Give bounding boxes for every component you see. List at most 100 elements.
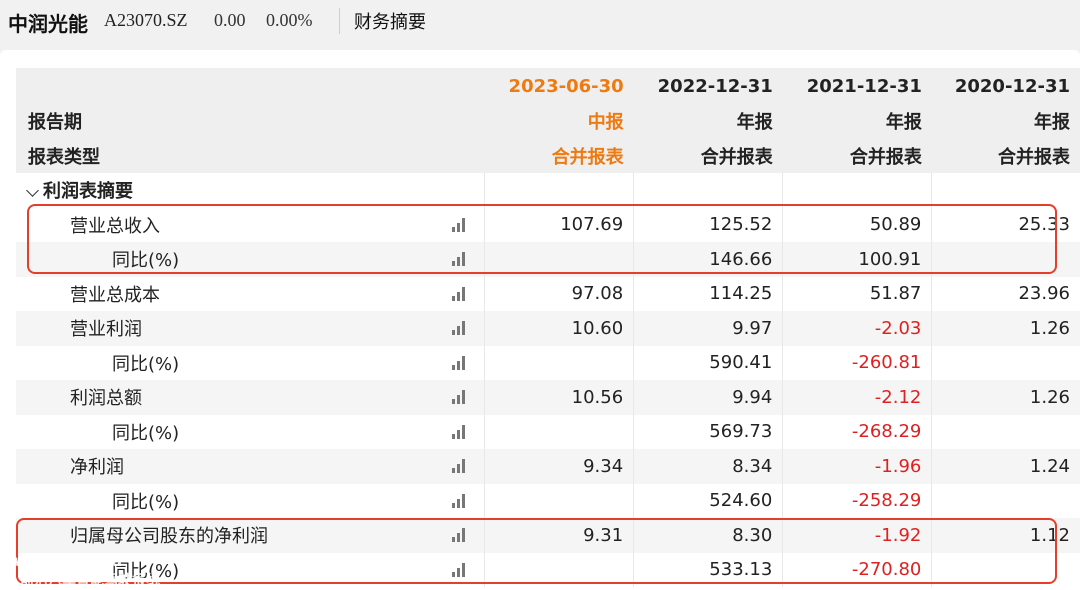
section-row[interactable]: 利润表摘要 xyxy=(16,173,1080,208)
bar-chart-icon[interactable] xyxy=(452,355,470,370)
period-label: 报告期 xyxy=(16,104,485,139)
column-period: 中报 xyxy=(484,104,634,139)
column-date[interactable]: 2022-12-31 xyxy=(633,68,783,104)
value-cell: -2.03 xyxy=(782,311,932,346)
column-type: 合并报表 xyxy=(931,138,1080,173)
value-cell xyxy=(484,345,634,380)
row-label: 同比(%) xyxy=(112,491,180,513)
value-cell xyxy=(931,345,1080,380)
table-row[interactable]: 同比(%) 146.66 100.91 xyxy=(16,242,1080,277)
row-label-cell: 利润总额 xyxy=(16,380,485,415)
column-type: 合并报表 xyxy=(782,138,932,173)
bar-chart-icon[interactable] xyxy=(452,390,470,404)
value-cell: 1.24 xyxy=(931,449,1080,484)
row-label-cell: 营业总成本 xyxy=(16,277,485,312)
row-label: 同比(%) xyxy=(112,250,180,272)
value-cell: 51.87 xyxy=(782,276,932,311)
row-label-cell: 同比(%) xyxy=(16,346,485,381)
value-cell xyxy=(931,242,1080,277)
value-cell: 10.56 xyxy=(484,380,634,415)
bar-chart-icon[interactable] xyxy=(452,528,470,542)
row-label: 利润总额 xyxy=(70,388,142,410)
financial-summary-table: 2023-06-30 2022-12-31 2021-12-31 2020-12… xyxy=(16,68,1080,587)
value-cell: 590.41 xyxy=(633,345,783,380)
value-cell xyxy=(931,552,1080,587)
bar-chart-icon[interactable] xyxy=(452,424,470,439)
table-row[interactable]: 营业利润 10.60 9.97 -2.03 1.26 xyxy=(16,311,1080,346)
bar-chart-icon[interactable] xyxy=(452,562,470,577)
column-date[interactable]: 2023-06-30 xyxy=(484,68,634,104)
table-row[interactable]: 营业总成本 97.08 114.25 51.87 23.96 xyxy=(16,276,1080,312)
value-cell: 25.33 xyxy=(931,207,1080,242)
section-label: 利润表摘要 xyxy=(43,181,133,203)
value-cell: 533.13 xyxy=(633,552,783,587)
table-row[interactable]: 同比(%) 590.41 -260.81 xyxy=(16,345,1080,381)
column-type: 合并报表 xyxy=(633,138,783,173)
value-cell: 569.73 xyxy=(633,414,783,449)
price-change-pct: 0.00% xyxy=(266,10,313,30)
row-label: 净利润 xyxy=(70,457,124,479)
row-label: 营业利润 xyxy=(70,319,142,341)
value-cell: -270.80 xyxy=(782,552,932,587)
value-cell: 23.96 xyxy=(931,276,1080,311)
value-cell xyxy=(931,414,1080,449)
row-label: 归属母公司股东的净利润 xyxy=(70,526,268,548)
header-row-period: 报告期 中报 年报 年报 年报 xyxy=(16,104,1080,139)
chevron-down-icon[interactable] xyxy=(26,183,39,197)
table-row[interactable]: 利润总额 10.56 9.94 -2.12 1.26 xyxy=(16,380,1080,415)
value-cell: 1.26 xyxy=(931,380,1080,415)
column-type: 合并报表 xyxy=(484,138,634,173)
row-label-cell: 同比(%) xyxy=(16,242,485,277)
stock-price: 0.00 xyxy=(214,10,246,30)
value-cell: 9.34 xyxy=(484,449,634,484)
column-period: 年报 xyxy=(633,104,783,139)
row-label-cell: 营业利润 xyxy=(16,311,485,346)
watermark-text: 前沿汽车智能驾驶报纸 xyxy=(20,573,160,589)
stock-header: 中润光能 A23070.SZ 0.00 0.00% 财务摘要 xyxy=(0,0,1080,42)
section-toggle[interactable]: 利润表摘要 xyxy=(16,173,485,208)
table-row[interactable]: 净利润 9.34 8.34 -1.96 1.24 xyxy=(16,449,1080,484)
row-label-cell: 归属母公司股东的净利润 xyxy=(16,518,485,553)
value-cell: 9.94 xyxy=(633,380,783,415)
value-cell: 50.89 xyxy=(782,207,932,242)
bar-chart-icon[interactable] xyxy=(452,459,470,473)
table-row[interactable]: 同比(%) 524.60 -258.29 xyxy=(16,483,1080,519)
value-cell xyxy=(484,483,634,518)
value-cell xyxy=(931,483,1080,518)
row-label-cell: 同比(%) xyxy=(16,484,485,519)
value-cell: -1.92 xyxy=(782,518,932,553)
header-row-type: 报表类型 合并报表 合并报表 合并报表 合并报表 xyxy=(16,138,1080,173)
value-cell: -260.81 xyxy=(782,345,932,380)
value-cell: -268.29 xyxy=(782,414,932,449)
column-date[interactable]: 2020-12-31 xyxy=(931,68,1080,104)
row-label: 同比(%) xyxy=(112,353,180,375)
table-row[interactable]: 同比(%) 569.73 -268.29 xyxy=(16,414,1080,450)
value-cell: -2.12 xyxy=(782,380,932,415)
table-row[interactable]: 归属母公司股东的净利润 9.31 8.30 -1.92 1.12 xyxy=(16,518,1080,553)
stock-code: A23070.SZ xyxy=(104,10,188,30)
value-cell: -258.29 xyxy=(782,483,932,518)
bar-chart-icon[interactable] xyxy=(452,252,470,266)
table-row[interactable]: 同比(%) 533.13 -270.80 xyxy=(16,552,1080,587)
column-period: 年报 xyxy=(931,104,1080,139)
value-cell: 125.52 xyxy=(633,207,783,242)
row-label: 同比(%) xyxy=(112,422,180,444)
bar-chart-icon[interactable] xyxy=(452,493,470,508)
table-row[interactable]: 营业总收入 107.69 125.52 50.89 25.33 xyxy=(16,207,1080,243)
row-label-cell: 营业总收入 xyxy=(16,208,485,243)
value-cell: 9.97 xyxy=(633,311,783,346)
value-cell xyxy=(484,414,634,449)
column-date[interactable]: 2021-12-31 xyxy=(782,68,932,104)
value-cell: 524.60 xyxy=(633,483,783,518)
row-label-cell: 同比(%) xyxy=(16,415,485,450)
section-title[interactable]: 财务摘要 xyxy=(354,8,426,34)
company-name: 中润光能 xyxy=(8,12,88,36)
value-cell: 1.26 xyxy=(931,311,1080,346)
header-divider xyxy=(339,8,340,34)
value-cell: 146.66 xyxy=(633,242,783,277)
bar-chart-icon[interactable] xyxy=(452,321,470,335)
bar-chart-icon[interactable] xyxy=(452,286,470,301)
row-label-cell: 净利润 xyxy=(16,449,485,484)
bar-chart-icon[interactable] xyxy=(452,217,470,232)
value-cell: 100.91 xyxy=(782,242,932,277)
